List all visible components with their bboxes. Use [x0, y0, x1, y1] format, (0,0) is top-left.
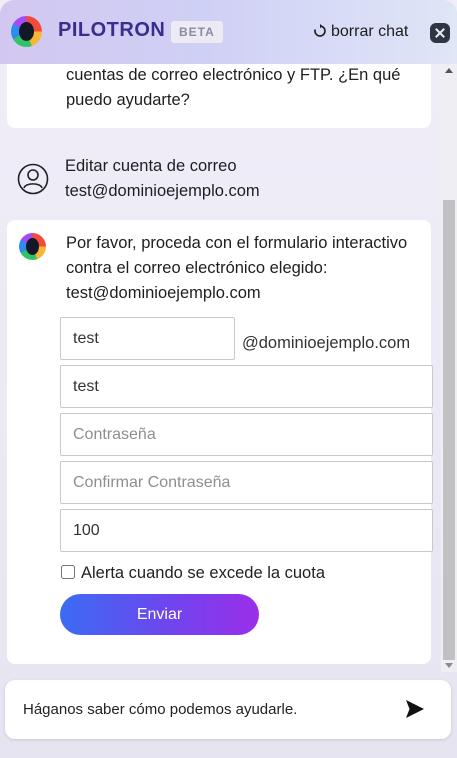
password-input[interactable] [60, 413, 433, 456]
quota-alert-checkbox[interactable] [61, 565, 75, 579]
message-composer [5, 680, 451, 739]
bot-message: cuentas de correo electrónico y FTP. ¿En… [7, 64, 431, 128]
refresh-icon [314, 24, 326, 37]
pilotron-logo-icon [11, 16, 42, 47]
pilotron-logo-icon [19, 233, 46, 260]
scroll-down-arrow-icon[interactable] [445, 663, 453, 668]
clear-chat-button[interactable]: borrar chat [313, 20, 408, 44]
username-input[interactable] [60, 317, 235, 360]
chat-header: PILOTRON BETA borrar chat [0, 0, 457, 64]
clear-chat-label: borrar chat [331, 23, 409, 40]
user-message-line: Editar cuenta de correo [65, 157, 237, 175]
name-input[interactable] [60, 365, 433, 408]
scroll-up-arrow-icon[interactable] [445, 68, 453, 73]
user-icon [17, 163, 49, 195]
submit-button[interactable]: Enviar [60, 594, 259, 635]
message-list: cuentas de correo electrónico y FTP. ¿En… [0, 64, 441, 672]
user-message-text: Editar cuenta de correo test@dominioejem… [65, 154, 435, 204]
bot-message-text: cuentas de correo electrónico y FTP. ¿En… [66, 66, 401, 109]
chat-window: PILOTRON BETA borrar chat cuentas de cor… [0, 0, 457, 758]
chat-scrollbar[interactable] [441, 64, 457, 672]
app-title: PILOTRON [58, 19, 166, 41]
bot-message-form: Por favor, proceda con el formulario int… [7, 220, 433, 664]
quota-input[interactable] [60, 509, 433, 552]
scrollbar-thumb[interactable] [443, 200, 455, 660]
bot-message-text: Por favor, proceda con el formulario int… [66, 234, 408, 302]
send-icon[interactable] [403, 697, 427, 721]
close-icon[interactable] [430, 23, 450, 43]
user-message-line: test@dominioejemplo.com [65, 182, 260, 200]
quota-alert-label: Alerta cuando se excede la cuota [81, 564, 325, 582]
beta-badge: BETA [171, 21, 223, 43]
quota-alert-option[interactable]: Alerta cuando se excede la cuota [61, 564, 325, 583]
message-input[interactable] [23, 697, 383, 721]
user-message: Editar cuenta de correo test@dominioejem… [17, 154, 437, 204]
confirm-password-input[interactable] [60, 461, 433, 504]
domain-suffix: @dominioejemplo.com [242, 334, 411, 352]
